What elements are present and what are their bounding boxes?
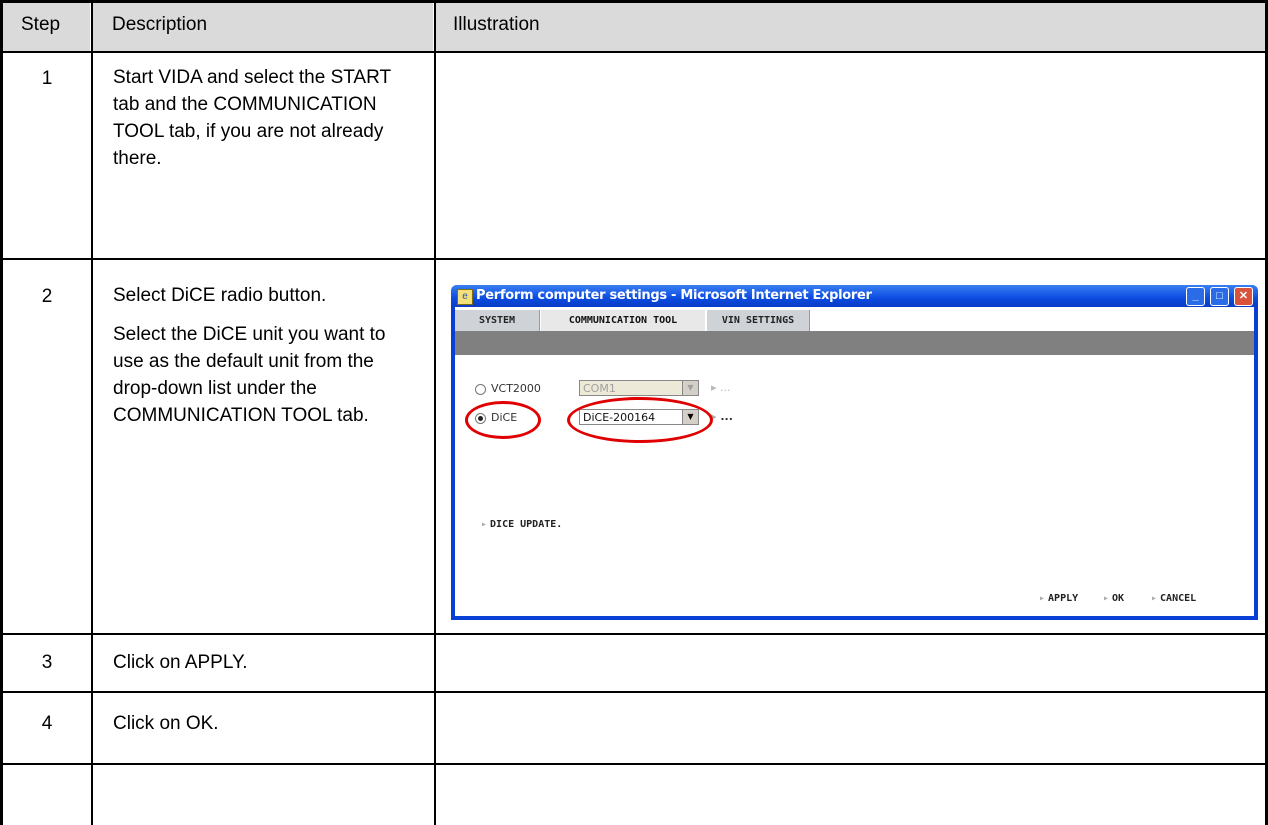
- maximize-button[interactable]: □: [1210, 287, 1229, 306]
- ok-button[interactable]: ▸ OK: [1103, 593, 1124, 604]
- dice-more-link[interactable]: ▸ ...: [711, 410, 733, 423]
- tab-communication-tool[interactable]: COMMUNICATION TOOL: [541, 310, 705, 331]
- apply-label: APPLY: [1048, 593, 1079, 604]
- tab-content-header-bar: [455, 331, 1254, 355]
- description-paragraph: Click on OK.: [113, 713, 219, 734]
- table-rule: [0, 691, 1268, 693]
- dice-update-link[interactable]: ▸ DICE UPDATE.: [481, 519, 562, 530]
- header-description: Description: [112, 14, 208, 35]
- option-vct2000[interactable]: VCT2000: [475, 382, 541, 395]
- table-rule: [0, 633, 1268, 635]
- settings-dialog-illustration: e Perform computer settings - Microsoft …: [451, 285, 1258, 620]
- header-illustration: Illustration: [453, 14, 540, 35]
- table-border-top: [0, 0, 1268, 3]
- internet-explorer-icon: e: [457, 289, 473, 305]
- dice-update-label: DICE UPDATE.: [490, 519, 563, 530]
- vct2000-port-select[interactable]: COM1 ▼: [579, 380, 699, 396]
- description-paragraph: Select the DiCE unit you want to use as …: [113, 324, 386, 426]
- dialog-title-bar: e Perform computer settings - Microsoft …: [451, 285, 1258, 307]
- triangle-right-icon: ▸: [481, 519, 488, 530]
- step-number: 2: [41, 286, 53, 307]
- description-paragraph: Select DiCE radio button.: [113, 285, 327, 306]
- description-paragraph: Start VIDA and select the START tab and …: [113, 67, 391, 169]
- step-description: Select DiCE radio button. Select the DiC…: [113, 282, 413, 441]
- tab-vin-settings[interactable]: VIN SETTINGS: [707, 310, 810, 331]
- triangle-right-icon: ▸: [1103, 593, 1110, 604]
- step-description: Start VIDA and select the START tab and …: [113, 64, 413, 184]
- apply-button[interactable]: ▸ APPLY: [1039, 593, 1078, 604]
- description-paragraph: Click on APPLY.: [113, 652, 248, 673]
- dialog-body: SYSTEM COMMUNICATION TOOL VIN SETTINGS V…: [455, 307, 1254, 616]
- tab-bar: SYSTEM COMMUNICATION TOOL VIN SETTINGS: [455, 307, 1254, 331]
- table-rule: [0, 51, 1268, 53]
- header-step: Step: [21, 14, 61, 35]
- ok-label: OK: [1112, 593, 1125, 604]
- step-number: 4: [41, 713, 53, 734]
- step-number: 3: [41, 652, 53, 673]
- step-description: Click on APPLY.: [113, 649, 413, 688]
- triangle-right-icon: ▸: [1039, 593, 1046, 604]
- tab-system[interactable]: SYSTEM: [455, 310, 540, 331]
- step-number: 1: [41, 68, 53, 89]
- cancel-label: CANCEL: [1160, 593, 1197, 604]
- cancel-button[interactable]: ▸ CANCEL: [1151, 593, 1196, 604]
- step-description: Click on OK.: [113, 710, 413, 749]
- more-text: ...: [720, 410, 733, 423]
- table-column-rule: [434, 0, 436, 825]
- radio-vct2000[interactable]: [475, 383, 486, 395]
- highlight-ellipse-select: [567, 397, 713, 443]
- close-button[interactable]: ✕: [1234, 287, 1253, 306]
- highlight-ellipse-radio: [465, 401, 541, 439]
- table-border-left: [0, 0, 3, 825]
- dialog-title: Perform computer settings - Microsoft In…: [476, 288, 872, 303]
- option-label: VCT2000: [491, 382, 541, 395]
- vct2000-more-link[interactable]: ▸ ...: [711, 381, 731, 394]
- header-cell-illustration: [436, 3, 1265, 51]
- table-column-rule: [91, 0, 93, 825]
- triangle-right-icon: ▸: [1151, 593, 1158, 604]
- chevron-down-icon: ▼: [682, 381, 698, 395]
- table-rule: [0, 258, 1268, 260]
- more-text: ...: [720, 381, 731, 394]
- table-rule: [0, 763, 1268, 765]
- minimize-button[interactable]: _: [1186, 287, 1205, 306]
- vct2000-port-value: COM1: [583, 382, 616, 395]
